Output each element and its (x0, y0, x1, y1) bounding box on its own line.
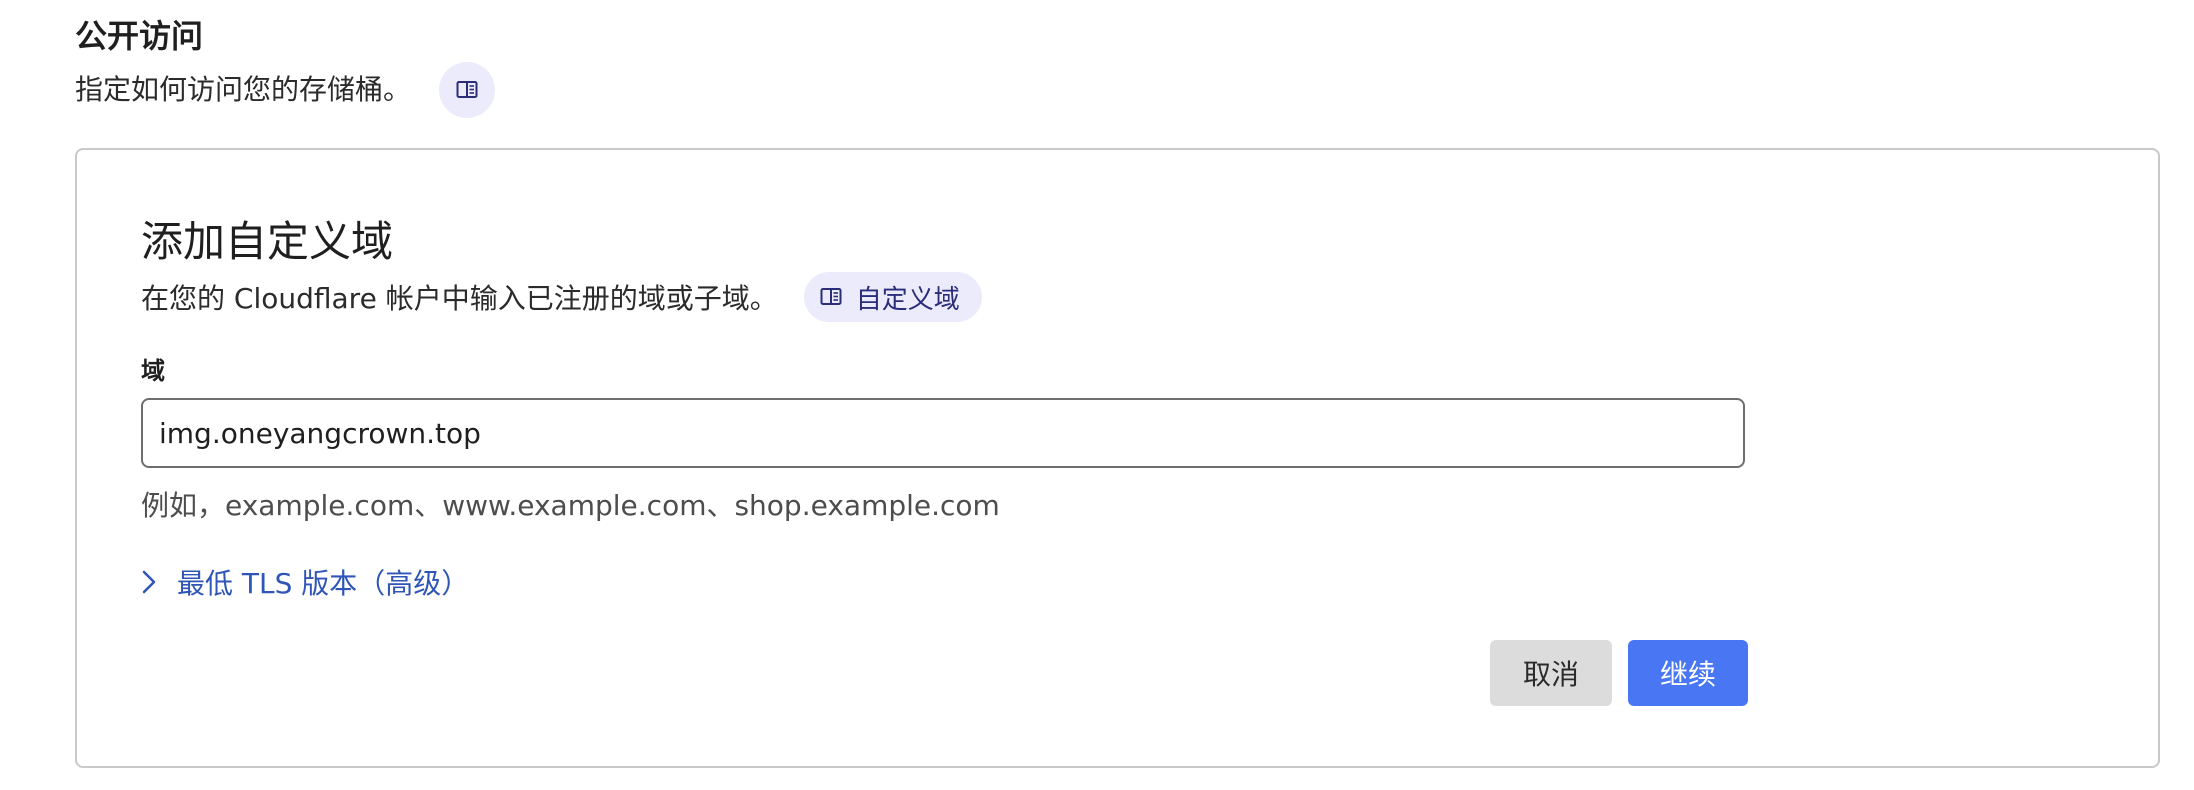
page: 公开访问 指定如何访问您的存储桶。 添加自定义域 在您的 Cloudflare … (0, 0, 2194, 790)
chevron-right-icon (142, 570, 156, 594)
card-description-row: 在您的 Cloudflare 帐户中输入已注册的域或子域。 自定义域 (141, 272, 982, 322)
custom-domain-card: 添加自定义域 在您的 Cloudflare 帐户中输入已注册的域或子域。 自定义… (75, 148, 2160, 768)
card-title: 添加自定义域 (141, 217, 394, 266)
custom-domain-docs-label: 自定义域 (855, 284, 960, 315)
book-icon (820, 288, 842, 305)
section-description-row: 指定如何访问您的存储桶。 (75, 62, 496, 118)
card-description: 在您的 Cloudflare 帐户中输入已注册的域或子域。 (141, 282, 778, 315)
book-icon (456, 81, 478, 98)
advanced-tls-label: 最低 TLS 版本（高级） (177, 567, 470, 600)
custom-domain-docs-link[interactable]: 自定义域 (803, 272, 982, 322)
continue-button[interactable]: 继续 (1628, 640, 1748, 706)
domain-field-label: 域 (141, 357, 165, 385)
advanced-tls-toggle[interactable]: 最低 TLS 版本（高级） (141, 562, 469, 602)
documentation-button[interactable] (439, 62, 496, 118)
section-title: 公开访问 (75, 17, 204, 55)
domain-input[interactable] (141, 398, 1745, 468)
section-description: 指定如何访问您的存储桶。 (75, 73, 412, 106)
cancel-button[interactable]: 取消 (1490, 640, 1612, 706)
domain-helper-text: 例如，example.com、www.example.com、shop.exam… (141, 489, 1000, 522)
